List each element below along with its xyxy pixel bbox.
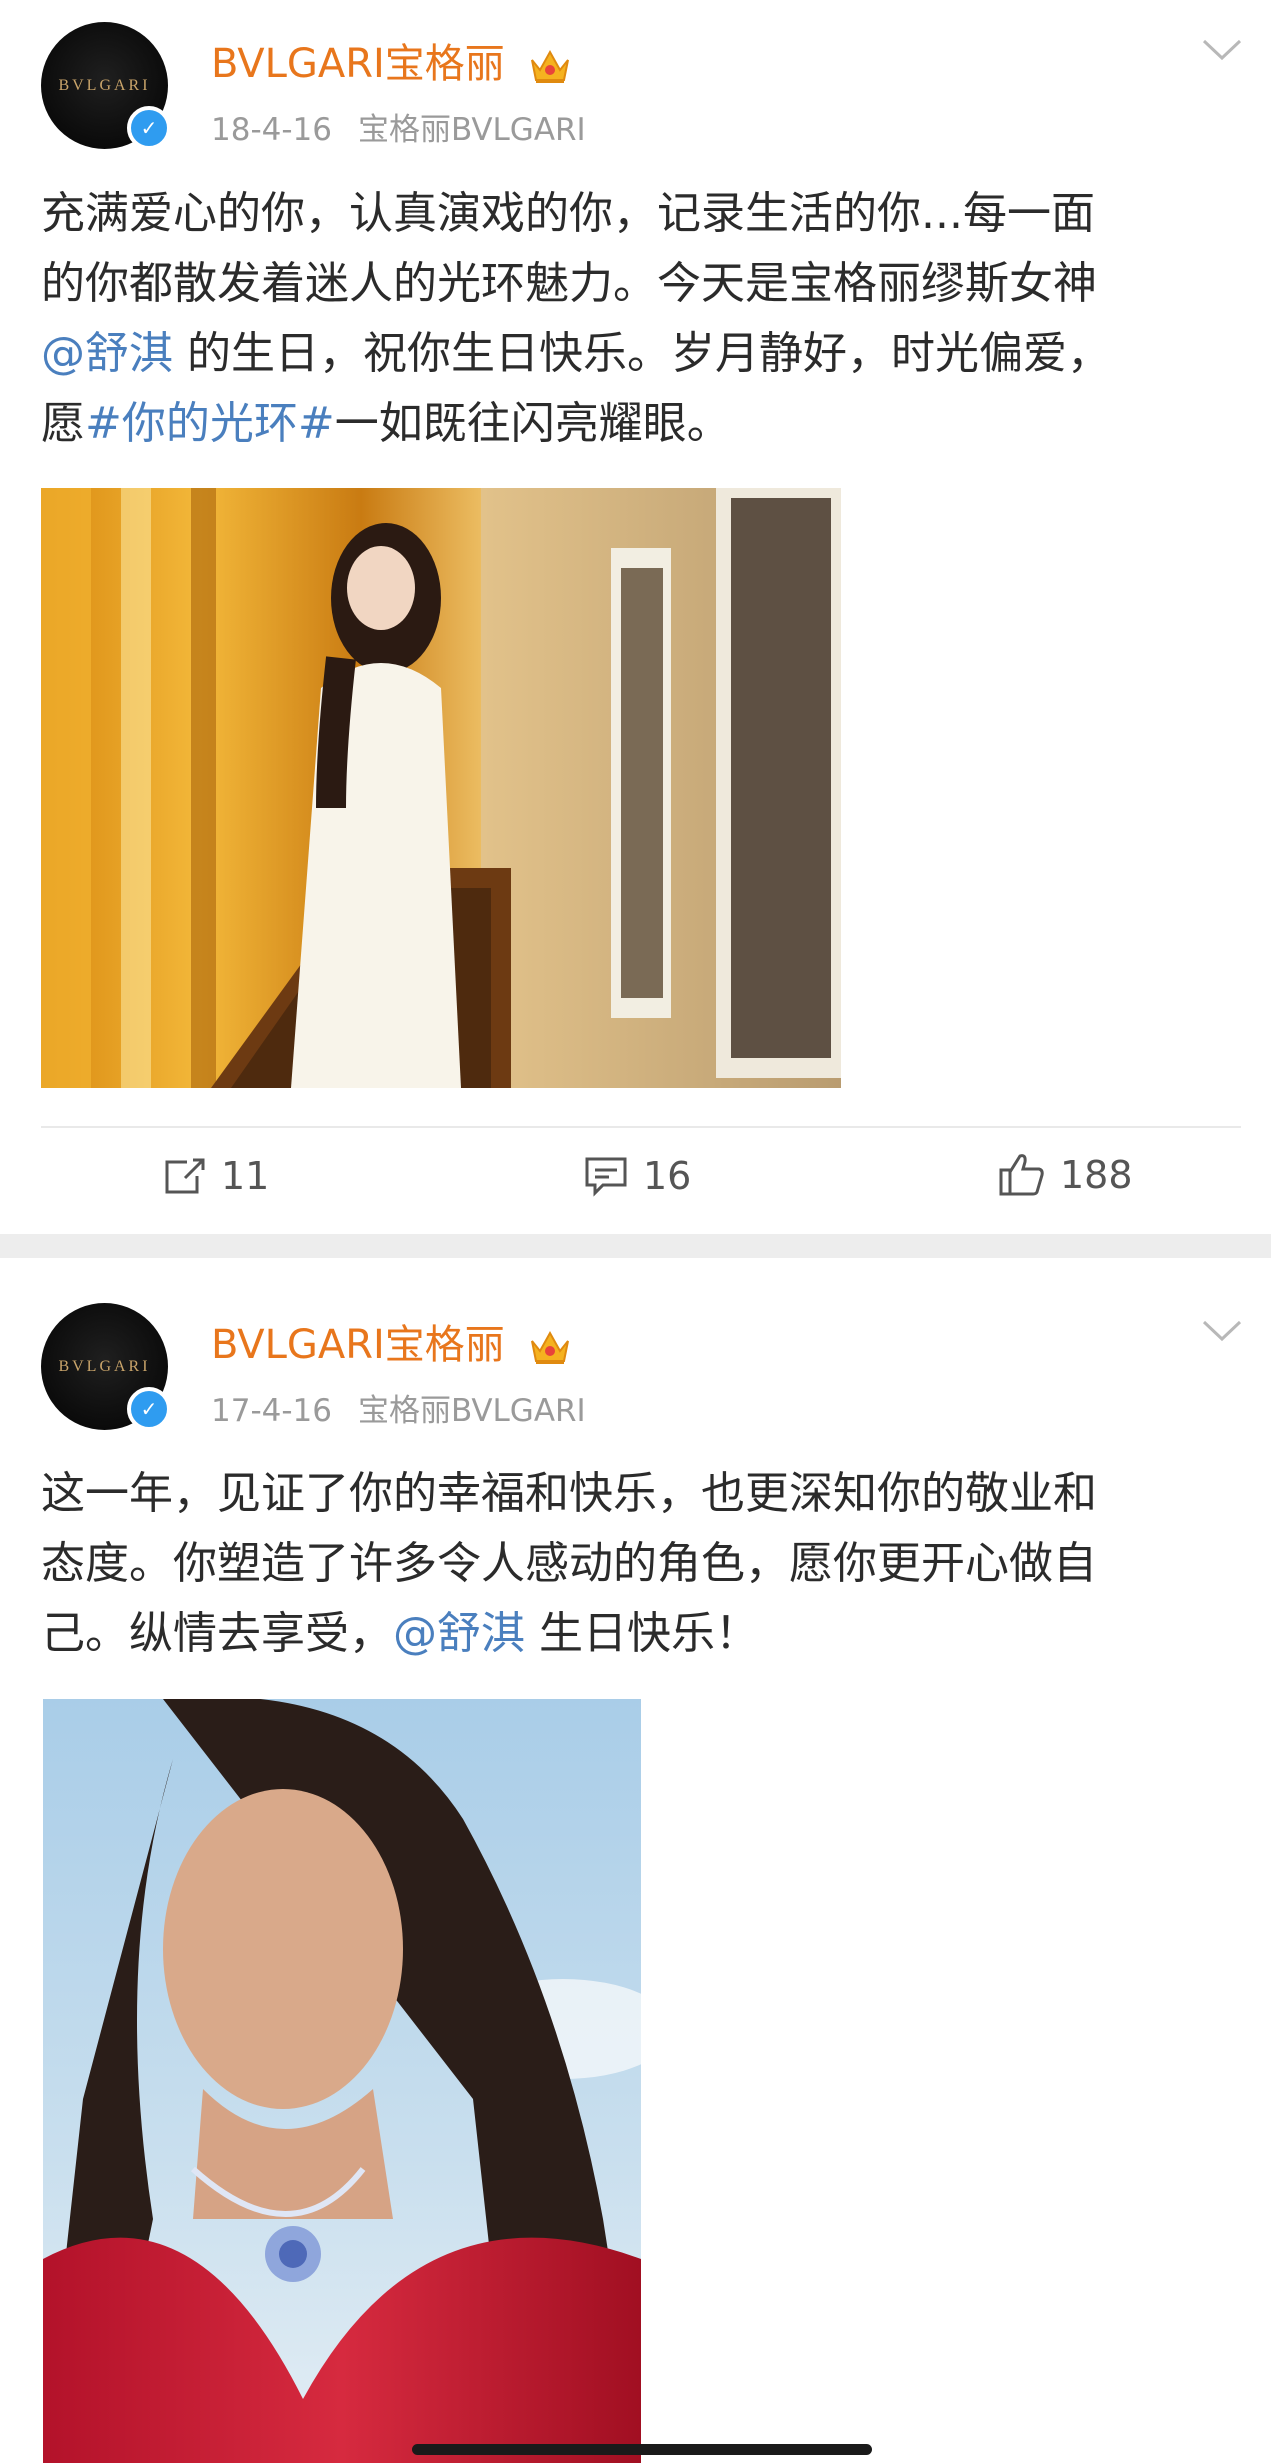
post-text-segment: 己。纵情去享受，: [41, 1608, 393, 1659]
crown-icon: [530, 1330, 569, 1364]
post-text-line: 的你都散发着迷人的光环魅力。今天是宝格丽缪斯女神: [41, 258, 1097, 309]
post-text-segment: 一如既往闪亮耀眼。: [334, 398, 731, 449]
photo-image: [43, 1699, 641, 2463]
post-meta: 18-4-16 宝格丽BVLGARI: [211, 104, 586, 149]
post-source: 宝格丽BVLGARI: [358, 112, 586, 148]
hashtag-link[interactable]: #你的光环#: [85, 398, 335, 449]
post-photo[interactable]: [43, 1699, 641, 2463]
repost-count: 11: [221, 1154, 270, 1198]
photo-image: [41, 488, 841, 1088]
crown-icon: [530, 49, 569, 83]
post-date: 17-4-16: [211, 1393, 332, 1429]
comment-icon: [585, 1157, 627, 1197]
post-text-segment: 的生日，祝你生日快乐。岁月静好，时光偏爱，: [173, 328, 1111, 379]
repost-icon: [165, 1158, 205, 1194]
post-separator: [0, 1234, 1271, 1258]
like-button[interactable]: 188: [998, 1152, 1133, 1198]
comment-button[interactable]: 16: [583, 1154, 691, 1198]
comment-count: 16: [643, 1154, 692, 1198]
post-text-segment: 愿: [41, 398, 85, 449]
verified-icon: ✓: [127, 106, 171, 150]
like-count: 188: [1060, 1153, 1133, 1197]
post-text-line: 态度。你塑造了许多令人感动的角色，愿你更开心做自: [41, 1538, 1097, 1589]
verified-icon: ✓: [127, 1387, 171, 1431]
post-text-line: 充满爱心的你，认真演戏的你，记录生活的你...每一面: [41, 188, 1095, 239]
post-text-line: 己。纵情去享受，@舒淇 生日快乐！: [41, 1599, 1231, 1669]
post-text-segment: 生日快乐！: [525, 1608, 759, 1659]
avatar-logo-text: BVLGARI: [58, 1357, 151, 1375]
home-indicator[interactable]: [412, 2444, 872, 2455]
author-name[interactable]: BVLGARI宝格丽: [211, 31, 572, 89]
chevron-down-icon[interactable]: [1202, 1319, 1242, 1343]
chevron-down-icon[interactable]: [1202, 38, 1242, 62]
post-text-line: 这一年，见证了你的幸福和快乐，也更深知你的敬业和: [41, 1468, 1097, 1519]
avatar-logo-text: BVLGARI: [58, 76, 151, 94]
post-text-line: 愿#你的光环#一如既往闪亮耀眼。: [41, 389, 1231, 459]
divider: [41, 1126, 1241, 1128]
repost-button[interactable]: 11: [163, 1154, 269, 1198]
post-text: 充满爱心的你，认真演戏的你，记录生活的你...每一面 的你都散发着迷人的光环魅力…: [41, 179, 1231, 459]
post-meta: 17-4-16 宝格丽BVLGARI: [211, 1385, 586, 1430]
author-name-label: BVLGARI宝格丽: [211, 41, 505, 87]
mention-link[interactable]: @舒淇: [393, 1608, 525, 1659]
post-source: 宝格丽BVLGARI: [358, 1393, 586, 1429]
author-name[interactable]: BVLGARI宝格丽: [211, 1312, 572, 1370]
author-name-label: BVLGARI宝格丽: [211, 1322, 505, 1368]
mention-link[interactable]: @舒淇: [41, 328, 173, 379]
weibo-post: BVLGARI ✓ BVLGARI宝格丽 18-4-16 宝格丽BVLGARI 充…: [0, 0, 1271, 1234]
weibo-post: BVLGARI ✓ BVLGARI宝格丽 17-4-16 宝格丽BVLGARI 这…: [0, 1258, 1271, 2463]
like-icon: [999, 1154, 1044, 1196]
post-date: 18-4-16: [211, 112, 332, 148]
post-text-line: @舒淇 的生日，祝你生日快乐。岁月静好，时光偏爱，: [41, 319, 1231, 389]
post-photo[interactable]: [41, 488, 841, 1088]
post-text: 这一年，见证了你的幸福和快乐，也更深知你的敬业和 态度。你塑造了许多令人感动的角…: [41, 1459, 1231, 1669]
